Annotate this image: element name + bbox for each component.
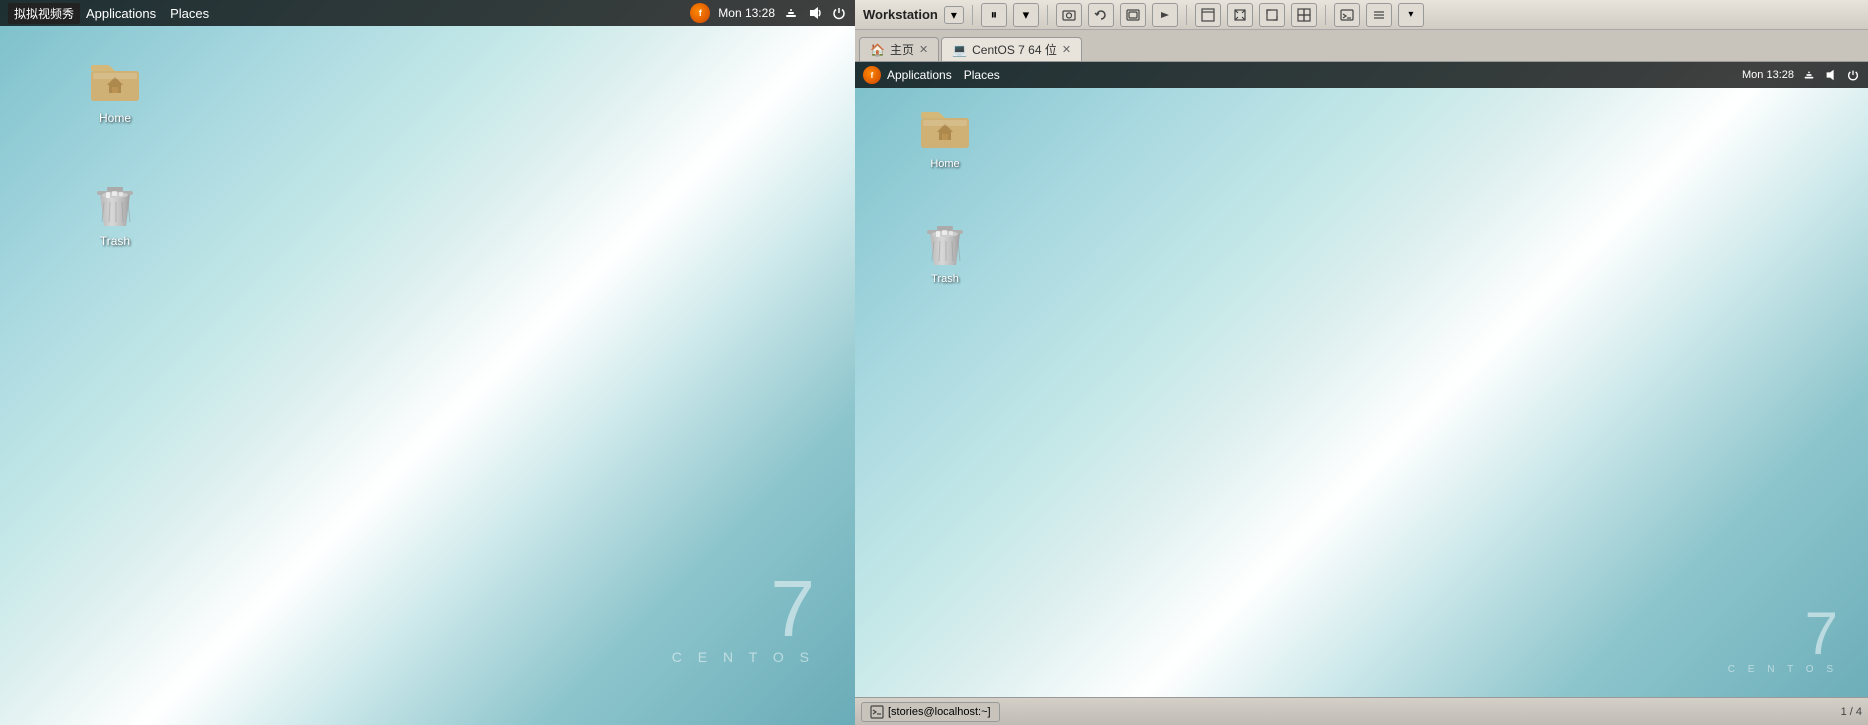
- inner-desktop: f Applications Places Mon 13:28: [855, 62, 1868, 725]
- time-display: Mon 13:28: [718, 6, 775, 20]
- revert-icon: [1094, 8, 1108, 22]
- view-resize2-button[interactable]: [1291, 3, 1317, 27]
- virt-tabs: 🏠 主页 ✕ 💻 CentOS 7 64 位 ✕: [855, 30, 1868, 62]
- terminal-icon: [870, 705, 884, 719]
- home-label: Home: [99, 111, 131, 125]
- inner-home-icon[interactable]: Home: [905, 102, 985, 170]
- inner-places-menu[interactable]: Places: [964, 68, 1000, 82]
- migrate-icon: [1158, 8, 1172, 22]
- screenshot-icon: [1062, 8, 1076, 22]
- inner-topbar: f Applications Places Mon 13:28: [855, 62, 1868, 88]
- toolbar-sep-1: [972, 5, 973, 25]
- fedora-logo-icon: f: [690, 3, 710, 23]
- left-desktop: 拟拟视频秀 Applications Places f Mon 13:28: [0, 0, 855, 725]
- terminal-label: [stories@localhost:~]: [888, 706, 991, 718]
- right-panel: Workstation ▾ ⏸ ▾: [855, 0, 1868, 725]
- inner-power-icon[interactable]: [1846, 68, 1860, 82]
- snapshot-icon: [1126, 8, 1140, 22]
- inner-bottombar: [stories@localhost:~] 1 / 4: [855, 697, 1868, 725]
- toolbar-sep-4: [1325, 5, 1326, 25]
- migrate-button[interactable]: [1152, 3, 1178, 27]
- tab-centos[interactable]: 💻 CentOS 7 64 位 ✕: [941, 37, 1082, 61]
- centos-version-number: 7: [672, 569, 815, 649]
- places-menu[interactable]: Places: [170, 6, 209, 21]
- view-scale-button[interactable]: [1227, 3, 1253, 27]
- power-icon[interactable]: [831, 5, 847, 21]
- inner-home-label: Home: [930, 158, 959, 170]
- volume-icon: [807, 5, 823, 21]
- tab-home-close[interactable]: ✕: [919, 43, 928, 56]
- view-scale-icon: [1233, 8, 1247, 22]
- inner-home-folder-icon: [919, 102, 971, 154]
- inner-centos-text: C E N T O S: [1728, 664, 1838, 675]
- view-resize-icon: [1265, 8, 1279, 22]
- tab-home-label: 主页: [890, 41, 914, 58]
- network-icon: [783, 5, 799, 21]
- inner-time-display: Mon 13:28: [1742, 69, 1794, 81]
- inner-network-icon: [1802, 68, 1816, 82]
- virt-titlebar: Workstation ▾ ⏸ ▾: [855, 0, 1868, 30]
- view-normal-button[interactable]: [1195, 3, 1221, 27]
- tab-home[interactable]: 🏠 主页 ✕: [859, 37, 939, 61]
- snapshot-button[interactable]: [1120, 3, 1146, 27]
- home-folder-icon: [89, 55, 141, 107]
- inner-applications-menu[interactable]: Applications: [887, 68, 952, 82]
- trash-icon[interactable]: Trash: [75, 178, 155, 248]
- inner-trash-label: Trash: [931, 273, 959, 285]
- centos-tab-icon: 💻: [952, 43, 967, 57]
- page-counter: 1 / 4: [1841, 706, 1862, 718]
- virt-title: Workstation: [863, 7, 938, 22]
- console-button[interactable]: [1334, 3, 1360, 27]
- inner-centos-version: 7: [1728, 604, 1838, 664]
- terminal-button[interactable]: [stories@localhost:~]: [861, 702, 1000, 722]
- inner-centos-watermark: 7 C E N T O S: [1728, 604, 1838, 675]
- left-topbar: 拟拟视频秀 Applications Places f Mon 13:28: [0, 0, 855, 26]
- pause-button[interactable]: ⏸: [981, 3, 1007, 27]
- view-normal-icon: [1201, 8, 1215, 22]
- centos-text: C E N T O S: [672, 649, 815, 665]
- tab-centos-close[interactable]: ✕: [1062, 43, 1071, 56]
- toolbar-sep-2: [1047, 5, 1048, 25]
- tab-centos-label: CentOS 7 64 位: [972, 41, 1057, 58]
- view-resize-button[interactable]: [1259, 3, 1285, 27]
- trash-label: Trash: [100, 234, 130, 248]
- trash-bin-icon: [89, 178, 141, 230]
- app-label: 拟拟视频秀: [8, 3, 80, 24]
- inner-topbar-right: Mon 13:28: [1742, 68, 1860, 82]
- home-icon[interactable]: Home: [75, 55, 155, 125]
- topbar-right: f Mon 13:28: [690, 3, 847, 23]
- inner-fedora-logo: f: [863, 66, 881, 84]
- view-resize2-icon: [1297, 8, 1311, 22]
- home-tab-icon: 🏠: [870, 43, 885, 57]
- inner-trash-bin-icon: [919, 217, 971, 269]
- vm-screen[interactable]: f Applications Places Mon 13:28: [855, 62, 1868, 725]
- workstation-dropdown[interactable]: ▾: [944, 6, 964, 24]
- revert-button[interactable]: [1088, 3, 1114, 27]
- more-button[interactable]: [1366, 3, 1392, 27]
- screenshot-button[interactable]: [1056, 3, 1082, 27]
- console-icon: [1340, 8, 1354, 22]
- inner-volume-icon: [1824, 68, 1838, 82]
- inner-trash-icon[interactable]: Trash: [905, 217, 985, 285]
- pause-dropdown[interactable]: ▾: [1013, 3, 1039, 27]
- more-dropdown[interactable]: ▾: [1398, 3, 1424, 27]
- toolbar-sep-3: [1186, 5, 1187, 25]
- more-icon: [1372, 8, 1386, 22]
- centos-watermark: 7 C E N T O S: [672, 569, 815, 665]
- applications-menu[interactable]: Applications: [86, 6, 156, 21]
